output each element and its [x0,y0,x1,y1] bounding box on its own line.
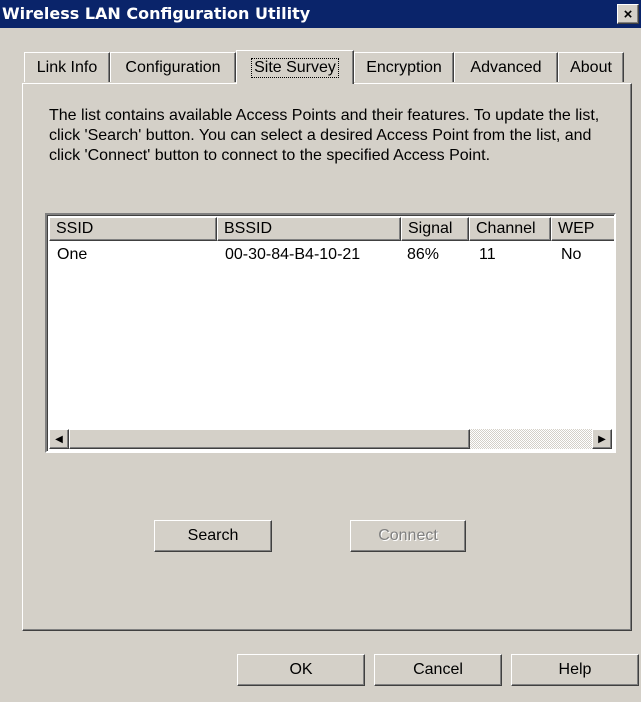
tab-label: Link Info [36,58,98,76]
scroll-thumb[interactable] [69,429,470,449]
tab-label: Advanced [470,58,542,76]
cell-signal: 86% [407,246,440,263]
scroll-right-button[interactable]: ▶ [592,429,612,449]
title-bar: Wireless LAN Configuration Utility × [0,0,641,28]
tab-encryption[interactable]: Encryption [354,52,454,82]
cell-bssid: 00-30-84-B4-10-21 [225,246,361,263]
tab-configuration[interactable]: Configuration [110,52,236,82]
arrow-right-icon: ▶ [598,433,606,445]
access-point-list[interactable]: SSID BSSID Signal Channel WEP One 00-30-… [45,213,616,453]
cell-wep: No [561,246,582,263]
window-title: Wireless LAN Configuration Utility [2,4,311,23]
cancel-button[interactable]: Cancel [374,654,502,686]
arrow-left-icon: ◀ [55,433,63,445]
tab-label: Configuration [125,58,221,76]
tab-label: About [570,58,612,76]
column-header-wep[interactable]: WEP [551,217,614,241]
tab-label: Site Survey [251,57,339,78]
help-button[interactable]: Help [511,654,639,686]
cell-channel: 11 [479,246,496,263]
horizontal-scrollbar[interactable]: ◀ ▶ [49,429,612,449]
connect-button[interactable]: Connect [350,520,466,552]
tab-link-info[interactable]: Link Info [24,52,110,82]
close-button[interactable]: × [617,4,639,24]
column-header-channel[interactable]: Channel [469,217,551,241]
tab-site-survey[interactable]: Site Survey [236,50,354,84]
scroll-left-button[interactable]: ◀ [49,429,69,449]
scroll-track[interactable] [470,429,592,449]
tab-advanced[interactable]: Advanced [454,52,558,82]
column-header-signal[interactable]: Signal [401,217,469,241]
close-icon: × [623,5,633,23]
site-survey-description: The list contains available Access Point… [49,107,600,164]
ok-button[interactable]: OK [237,654,365,686]
column-header-bssid[interactable]: BSSID [217,217,401,241]
cell-ssid: One [57,246,88,263]
tab-about[interactable]: About [558,52,624,82]
search-button[interactable]: Search [154,520,272,552]
tab-label: Encryption [366,58,442,76]
list-header: SSID BSSID Signal Channel WEP [49,217,614,241]
column-header-ssid[interactable]: SSID [49,217,217,241]
table-row[interactable]: One 00-30-84-B4-10-21 86% 11 No [49,245,614,267]
